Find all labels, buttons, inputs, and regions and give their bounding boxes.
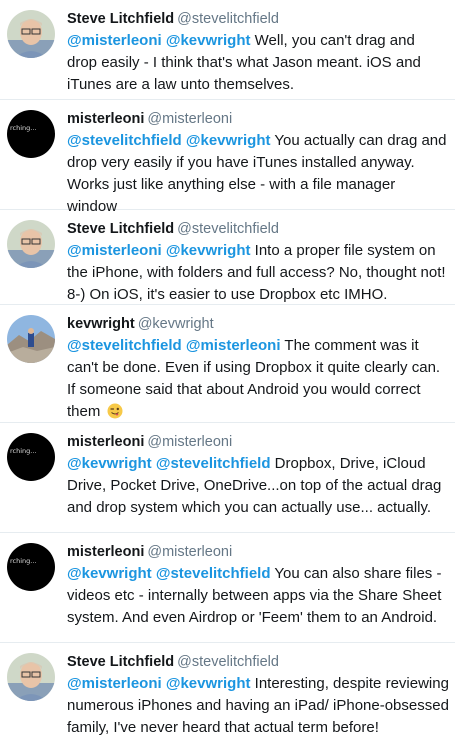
tweet-text: @misterleoni @kevwright Well, you can't …	[67, 30, 449, 96]
tweet-header: misterleoni @misterleoni	[67, 542, 449, 562]
mention-link[interactable]: @stevelitchfield	[156, 455, 271, 472]
author-handle[interactable]: @misterleoni	[147, 544, 232, 560]
tweet-header: Steve Litchfield @stevelitchfield	[67, 652, 449, 672]
tweet[interactable]: kevwright @kevwright @stevelitchfield @mi…	[0, 305, 455, 423]
mention-link[interactable]: @kevwright	[67, 455, 152, 472]
mention-link[interactable]: @misterleoni	[67, 675, 162, 692]
author-handle[interactable]: @kevwright	[138, 316, 214, 332]
avatar[interactable]	[7, 220, 55, 268]
tweet-text: @misterleoni @kevwright Interesting, des…	[67, 673, 449, 739]
mention-link[interactable]: @misterleoni	[67, 32, 162, 49]
avatar-caption: rching...	[10, 124, 37, 132]
avatar[interactable]	[7, 315, 55, 363]
author-name[interactable]: kevwright	[67, 316, 135, 332]
avatar[interactable]: rching...	[7, 543, 55, 591]
mention-link[interactable]: @kevwright	[166, 32, 251, 49]
mention-link[interactable]: @stevelitchfield	[67, 337, 182, 354]
tweet[interactable]: rching... misterleoni @misterleoni @steve…	[0, 100, 455, 215]
author-handle[interactable]: @misterleoni	[147, 111, 232, 127]
steve-avatar-image	[7, 10, 55, 58]
tweet-content: misterleoni @misterleoni @stevelitchfield…	[67, 109, 449, 218]
kevwright-avatar-image	[7, 315, 55, 363]
author-name[interactable]: Steve Litchfield	[67, 11, 174, 27]
winking-tongue-emoji-icon	[107, 403, 123, 419]
tweet[interactable]: Steve Litchfield @stevelitchfield @mister…	[0, 643, 455, 753]
author-name[interactable]: misterleoni	[67, 544, 144, 560]
tweet-header: Steve Litchfield @stevelitchfield	[67, 219, 449, 239]
avatar-caption: rching...	[10, 557, 37, 565]
tweet-content: misterleoni @misterleoni @kevwright @stev…	[67, 542, 449, 629]
author-name[interactable]: Steve Litchfield	[67, 221, 174, 237]
mention-link[interactable]: @kevwright	[67, 565, 152, 582]
avatar[interactable]	[7, 653, 55, 701]
avatar-caption: rching...	[10, 447, 37, 455]
mention-link[interactable]: @stevelitchfield	[67, 132, 182, 149]
author-handle[interactable]: @stevelitchfield	[177, 221, 279, 237]
tweet-content: kevwright @kevwright @stevelitchfield @mi…	[67, 314, 449, 423]
mention-link[interactable]: @kevwright	[166, 675, 251, 692]
steve-avatar-image	[7, 653, 55, 701]
tweet-header: misterleoni @misterleoni	[67, 109, 449, 129]
tweet[interactable]: Steve Litchfield @stevelitchfield @mister…	[0, 210, 455, 305]
author-handle[interactable]: @stevelitchfield	[177, 11, 279, 27]
tweet-thread: Steve Litchfield @stevelitchfield @mister…	[0, 0, 455, 753]
tweet-header: Steve Litchfield @stevelitchfield	[67, 9, 449, 29]
tweet[interactable]: rching... misterleoni @misterleoni @kevwr…	[0, 533, 455, 643]
tweet-content: Steve Litchfield @stevelitchfield @mister…	[67, 652, 449, 739]
avatar[interactable]: rching...	[7, 110, 55, 158]
tweet-text: @stevelitchfield @misterleoni The commen…	[67, 335, 449, 423]
mention-link[interactable]: @kevwright	[166, 242, 251, 259]
tweet-text: @stevelitchfield @kevwright You actually…	[67, 130, 449, 218]
tweet-text: @misterleoni @kevwright Into a proper fi…	[67, 240, 449, 306]
author-name[interactable]: misterleoni	[67, 111, 144, 127]
mention-link[interactable]: @stevelitchfield	[156, 565, 271, 582]
steve-avatar-image	[7, 220, 55, 268]
tweet-text: @kevwright @stevelitchfield You can also…	[67, 563, 449, 629]
tweet[interactable]: Steve Litchfield @stevelitchfield @mister…	[0, 0, 455, 100]
tweet-content: misterleoni @misterleoni @kevwright @stev…	[67, 432, 449, 519]
author-handle[interactable]: @misterleoni	[147, 434, 232, 450]
tweet-content: Steve Litchfield @stevelitchfield @mister…	[67, 9, 449, 96]
tweet-header: kevwright @kevwright	[67, 314, 449, 334]
tweet-header: misterleoni @misterleoni	[67, 432, 449, 452]
tweet[interactable]: rching... misterleoni @misterleoni @kevwr…	[0, 423, 455, 533]
tweet-text: @kevwright @stevelitchfield Dropbox, Dri…	[67, 453, 449, 519]
avatar[interactable]: rching...	[7, 433, 55, 481]
mention-link[interactable]: @misterleoni	[67, 242, 162, 259]
mention-link[interactable]: @kevwright	[186, 132, 271, 149]
tweet-content: Steve Litchfield @stevelitchfield @mister…	[67, 219, 449, 306]
mention-link[interactable]: @misterleoni	[186, 337, 281, 354]
author-handle[interactable]: @stevelitchfield	[177, 654, 279, 670]
avatar[interactable]	[7, 10, 55, 58]
author-name[interactable]: Steve Litchfield	[67, 654, 174, 670]
author-name[interactable]: misterleoni	[67, 434, 144, 450]
